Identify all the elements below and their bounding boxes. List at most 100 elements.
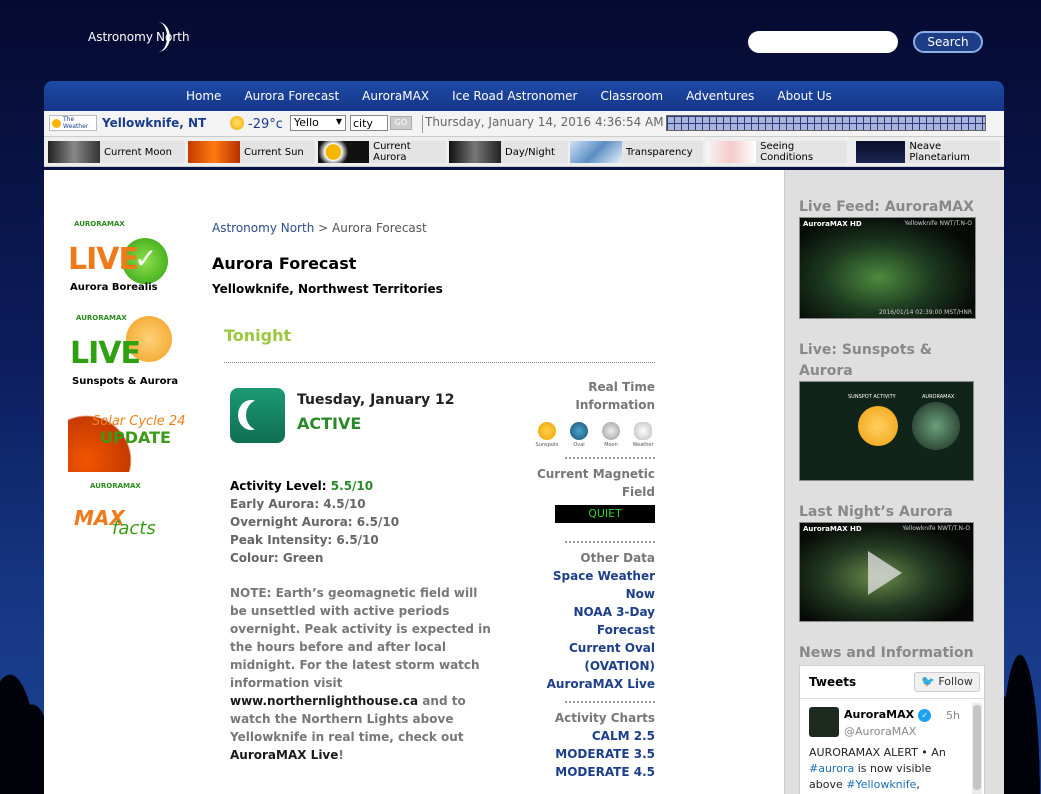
- hashtag-aurora[interactable]: #aurora: [809, 762, 854, 775]
- feed-label: AuroraMAX HD: [803, 220, 862, 228]
- follow-button[interactable]: 🐦 Follow: [914, 672, 980, 692]
- badge-sub-label: Aurora Borealis: [70, 282, 158, 293]
- play-icon[interactable]: [868, 551, 902, 595]
- icon-label: Weather: [632, 442, 654, 448]
- feed-location: Yellowknife NWT/T.N-O: [904, 220, 972, 227]
- scrollbar[interactable]: [972, 703, 982, 794]
- moon-forecast-icon: [230, 388, 285, 443]
- breadcrumb-home[interactable]: Astronomy North: [212, 221, 314, 235]
- badge-max-facts[interactable]: AURORAMAX MAX facts: [70, 482, 180, 542]
- nav-auroramax[interactable]: AuroraMAX: [362, 89, 429, 103]
- nav-classroom[interactable]: Classroom: [600, 89, 663, 103]
- nav-about-us[interactable]: About Us: [777, 89, 831, 103]
- badge-sub-label: Sunspots & Aurora: [72, 376, 179, 387]
- oval-icon: [570, 422, 588, 440]
- tweet-author[interactable]: AuroraMAX ✓: [844, 708, 932, 722]
- link-label: Day/Night: [505, 146, 555, 158]
- weather-link[interactable]: Weather: [631, 422, 655, 449]
- noaa-forecast-link[interactable]: NOAA 3-Day Forecast: [520, 603, 655, 639]
- sunspots-link[interactable]: Sunspots: [535, 422, 559, 449]
- site-logo[interactable]: Astronomy North: [88, 22, 208, 56]
- auroramax-live-side-link[interactable]: AuroraMAX Live: [520, 675, 655, 693]
- tweets-label: Tweets: [809, 675, 857, 689]
- badge-facts-text: facts: [112, 518, 156, 539]
- early-aurora: Early Aurora: 4.5/10: [230, 497, 366, 511]
- space-weather-link[interactable]: Space Weather Now: [520, 567, 655, 603]
- transparency-thumbnail-icon: [570, 141, 622, 163]
- tweet-time[interactable]: 5h: [946, 709, 960, 722]
- sun-weather-icon: [230, 116, 244, 130]
- search-button[interactable]: Search: [913, 31, 983, 53]
- badge-top-label: AURORAMAX: [74, 220, 125, 228]
- realtime-icons: Sunspots Oval Moon Weather: [520, 422, 655, 449]
- nav-home[interactable]: Home: [186, 89, 221, 103]
- badge-solar-update: UPDATE: [100, 428, 171, 447]
- go-button[interactable]: GO: [390, 116, 412, 130]
- live-feed-image[interactable]: AuroraMAX HD Yellowknife NWT/T.N-O 2016/…: [799, 217, 976, 319]
- city-input[interactable]: [350, 115, 388, 131]
- auroramax-live-link[interactable]: AuroraMAX Live: [230, 748, 338, 762]
- breadcrumb-separator: >: [318, 221, 329, 235]
- activity-value: 5.5/10: [330, 479, 374, 493]
- sun-disc-icon: [858, 406, 898, 446]
- aurora-thumbnail-icon: [318, 141, 370, 163]
- link-day-night[interactable]: Day/Night: [449, 141, 568, 163]
- forecast-status: ACTIVE: [297, 414, 362, 433]
- link-label: Seeing Conditions: [760, 141, 814, 163]
- live-feed-title: Live Feed: AuroraMAX: [799, 199, 974, 215]
- link-label: Transparency: [626, 146, 693, 158]
- tweet-text-end: ,: [916, 778, 920, 791]
- badge-live-sunspots[interactable]: AURORAMAX LIVE Sunspots & Aurora: [70, 314, 180, 389]
- forecast-date: Tuesday, January 12: [297, 392, 455, 408]
- main-nav: Home Aurora Forecast AuroraMAX Ice Road …: [44, 81, 1004, 111]
- nav-aurora-forecast[interactable]: Aurora Forecast: [244, 89, 339, 103]
- weather-city: Yellowknife, NT: [102, 116, 207, 130]
- link-current-sun[interactable]: Current Sun: [188, 141, 315, 163]
- last-night-video[interactable]: AuroraMAX HD Yellowknife NWT/T.N-O: [799, 522, 974, 622]
- video-location: Yellowknife NWT/T.N-O: [902, 525, 970, 532]
- forecast-note: NOTE: Earth’s geomagnetic field will be …: [230, 584, 496, 764]
- avatar[interactable]: [809, 707, 839, 737]
- aurora-colour: Colour: Green: [230, 551, 324, 565]
- weather-network-logo[interactable]: The Weather Network: [49, 115, 97, 131]
- badge-live-aurora[interactable]: AURORAMAX LIVE Aurora Borealis: [68, 220, 178, 295]
- city-select[interactable]: Yello: [290, 115, 346, 131]
- northernlighthouse-link[interactable]: www.northernlighthouse.ca: [230, 694, 418, 708]
- nav-adventures[interactable]: Adventures: [686, 89, 754, 103]
- badge-solar-cycle[interactable]: Solar Cycle 24 UPDATE: [68, 414, 185, 472]
- chart-moderate-45-link[interactable]: MODERATE 4.5: [520, 763, 655, 781]
- overnight-aurora: Overnight Aurora: 6.5/10: [230, 515, 400, 529]
- hashtag-yellowknife[interactable]: #Yellowknife: [846, 778, 916, 791]
- link-current-moon[interactable]: Current Moon: [48, 141, 185, 163]
- tweet-text-start: AURORAMAX ALERT • An: [809, 746, 946, 759]
- sunspot-label: SUNSPOT ACTIVITY: [848, 394, 896, 400]
- moon-link[interactable]: Moon: [599, 422, 623, 449]
- search-input[interactable]: [748, 31, 898, 53]
- forecast-stats: Activity Level: 5.5/10 Early Aurora: 4.5…: [230, 477, 399, 567]
- follow-label: Follow: [938, 675, 973, 688]
- link-transparency[interactable]: Transparency: [570, 141, 703, 163]
- icon-label: Oval: [573, 442, 585, 448]
- link-seeing-conditions[interactable]: Seeing Conditions: [706, 141, 847, 163]
- aurora-label: AURORAMAX: [922, 394, 955, 400]
- activity-label: Activity Level:: [230, 479, 327, 493]
- magnetic-status-badge: QUIET: [555, 505, 655, 523]
- link-current-aurora[interactable]: Current Aurora: [318, 141, 446, 163]
- note-end: !: [338, 748, 344, 762]
- tweet-handle: @AuroraMAX: [844, 725, 917, 738]
- nav-ice-road-astronomer[interactable]: Ice Road Astronomer: [452, 89, 577, 103]
- moon-thumbnail-icon: [48, 141, 100, 163]
- magnetic-field-title: Current Magnetic Field: [536, 467, 655, 499]
- chart-calm-link[interactable]: CALM 2.5: [520, 727, 655, 745]
- note-text: NOTE: Earth’s geomagnetic field will be …: [230, 586, 491, 690]
- activity-grid-strip: [666, 115, 986, 131]
- link-label: Current Sun: [244, 146, 304, 158]
- sunspots-aurora-image[interactable]: SUNSPOT ACTIVITY AURORAMAX: [799, 381, 974, 481]
- aurora-disc-icon: [912, 402, 960, 450]
- ovation-link[interactable]: Current Oval (OVATION): [520, 639, 655, 675]
- section-tonight: Tonight: [224, 326, 292, 345]
- chart-moderate-35-link[interactable]: MODERATE 3.5: [520, 745, 655, 763]
- peak-intensity: Peak Intensity: 6.5/10: [230, 533, 379, 547]
- oval-link[interactable]: Oval: [567, 422, 591, 449]
- link-neave-planetarium[interactable]: Neave Planetarium: [856, 141, 1000, 163]
